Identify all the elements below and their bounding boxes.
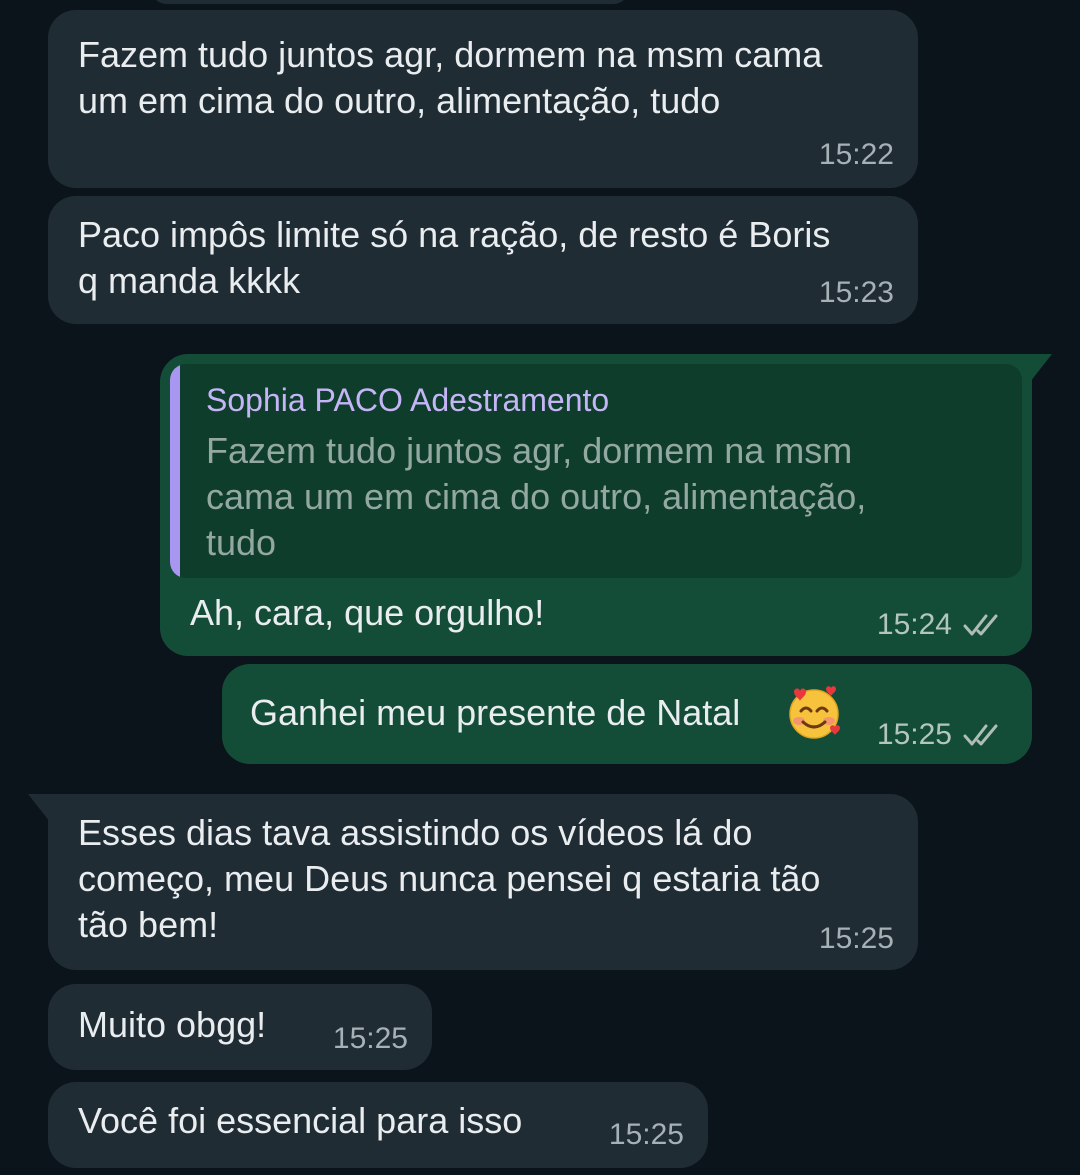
message-bubble-incoming[interactable]: Fazem tudo juntos agr, dormem na msm cam… — [48, 10, 918, 188]
message-text: Ah, cara, que orgulho! — [190, 592, 545, 633]
message-bubble-outgoing[interactable]: Ganhei meu presente de Natal 15:25 — [222, 664, 1032, 764]
message-time: 15:25 — [332, 1022, 408, 1055]
message-text: Ganhei meu presente de Natal — [250, 692, 741, 733]
message-bubble-incoming[interactable]: Esses dias tava assistindo os vídeos lá … — [48, 794, 918, 970]
quote-text: Fazem tudo juntos agr, dormem na msm cam… — [206, 430, 867, 563]
message-text: Esses dias tava assistindo os vídeos lá … — [78, 812, 821, 945]
quote-accent-bar — [170, 364, 180, 578]
message-bubble-incoming[interactable]: Paco impôs limite só na ração, de resto … — [48, 196, 918, 324]
message-bubble-outgoing[interactable]: Sophia PACO Adestramento Fazem tudo junt… — [160, 354, 1032, 656]
read-ticks-icon — [963, 614, 998, 636]
message-time: 15:25 — [876, 718, 952, 751]
read-ticks-icon — [963, 724, 998, 746]
message-time: 15:25 — [608, 1118, 684, 1151]
message-time: 15:22 — [818, 138, 894, 171]
message-time: 15:25 — [818, 922, 894, 955]
message-text: Fazem tudo juntos agr, dormem na msm cam… — [78, 34, 823, 121]
chat-conversation: Fazem tudo juntos agr, dormem na msm cam… — [0, 0, 1080, 1175]
bubble-tail — [28, 794, 50, 822]
quoted-message[interactable]: Sophia PACO Adestramento Fazem tudo junt… — [170, 364, 1022, 578]
message-time: 15:23 — [818, 276, 894, 309]
previous-message-edge — [150, 0, 630, 4]
message-bubble-incoming[interactable]: Muito obgg! 15:25 — [48, 984, 432, 1070]
message-text: Muito obgg! — [78, 1004, 267, 1045]
message-text: Paco impôs limite só na ração, de resto … — [78, 214, 831, 301]
message-bubble-incoming[interactable]: Você foi essencial para isso 15:25 — [48, 1082, 708, 1168]
message-text: Você foi essencial para isso — [78, 1100, 523, 1141]
smiling-face-with-hearts-icon — [789, 686, 840, 739]
quote-author: Sophia PACO Adestramento — [206, 382, 610, 418]
bubble-tail — [1030, 354, 1052, 382]
message-time: 15:24 — [876, 608, 952, 641]
